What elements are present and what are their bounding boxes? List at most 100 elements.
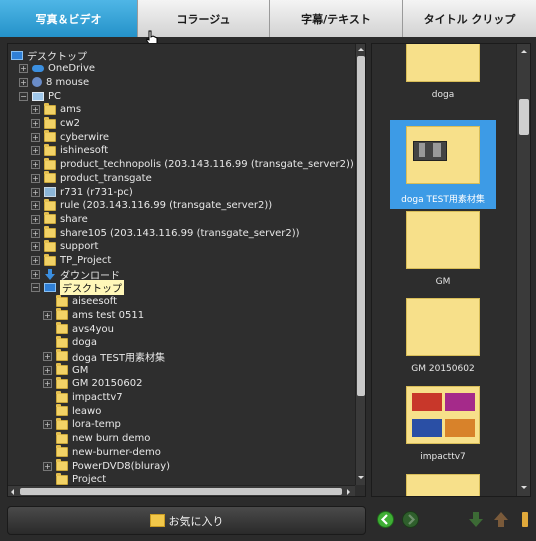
folder-tree: デスクトップ + OneDrive +8 mouse − PC + ams + cw2 + cyber… — [8, 44, 355, 485]
thumbnail-card[interactable]: GM — [390, 211, 496, 287]
folder-icon — [56, 445, 68, 458]
tree-vertical-scroll-thumb[interactable] — [357, 56, 365, 396]
forward-arrow-icon[interactable] — [402, 511, 419, 528]
expand-toggle-icon[interactable]: + — [31, 146, 40, 156]
expand-toggle-icon[interactable]: + — [43, 351, 52, 361]
thumbnail-card[interactable]: GM 20150602 — [390, 298, 496, 374]
expand-toggle-icon[interactable]: + — [43, 420, 52, 430]
tree-row[interactable]: + GM 20150602 — [43, 376, 142, 391]
thumbnail-scroll-up-arrow-icon[interactable] — [521, 47, 527, 53]
tree-row[interactable]: + ダウンロード — [31, 267, 120, 282]
thumbnail-caption: impacttv7 — [420, 452, 466, 462]
expand-toggle-icon[interactable]: + — [43, 310, 52, 320]
tree-row[interactable]: + product_transgate — [31, 171, 152, 185]
expand-toggle-icon[interactable]: + — [31, 160, 40, 170]
tree-row[interactable]: + ams test 0511 — [43, 308, 144, 322]
tree-item-label: OneDrive — [48, 63, 96, 75]
tab-subtitles-text[interactable]: 字幕/テキスト — [270, 0, 403, 37]
thumbnail-card[interactable]: doga — [390, 44, 496, 100]
expand-toggle-icon[interactable]: + — [43, 379, 52, 389]
tree-item-label: ams test 0511 — [72, 309, 145, 321]
scroll-up-arrow-icon[interactable] — [358, 45, 364, 51]
tree-item-label: ishinesoft — [60, 145, 109, 157]
expand-toggle-icon[interactable]: + — [19, 64, 28, 74]
favorites-button[interactable]: お気に入り — [7, 506, 366, 535]
tree-row[interactable]: + cyberwire — [31, 130, 109, 144]
tree-row[interactable]: + doga TEST用素材集 — [43, 349, 166, 364]
tree-item-label: new-burner-demo — [72, 446, 161, 458]
expand-toggle-icon[interactable]: + — [43, 365, 52, 375]
folder-tree-panel: デスクトップ + OneDrive +8 mouse − PC + ams + cw2 + cyber… — [7, 43, 366, 497]
tree-row[interactable]: doga — [43, 335, 97, 350]
back-arrow-icon[interactable] — [377, 511, 394, 528]
tree-row[interactable]: new burn demo — [43, 431, 150, 446]
thumbnail-vertical-scrollbar[interactable] — [516, 44, 530, 496]
tree-row[interactable]: + GM — [43, 363, 88, 377]
collapse-toggle-icon[interactable]: − — [31, 283, 40, 293]
tree-row[interactable]: + ams — [31, 102, 81, 117]
tree-row[interactable]: Project — [43, 472, 106, 485]
collapse-toggle-icon[interactable]: − — [19, 91, 28, 101]
scroll-left-arrow-icon[interactable] — [8, 489, 14, 495]
expand-toggle-icon[interactable]: + — [31, 119, 40, 128]
tab-title-clips[interactable]: タイトル クリップ — [403, 0, 536, 37]
tree-row[interactable]: + TP_Project — [31, 253, 111, 268]
thumbnail-scroll-thumb[interactable] — [519, 99, 529, 135]
expand-toggle-icon[interactable]: + — [19, 77, 28, 87]
expand-toggle-icon[interactable]: + — [43, 461, 52, 471]
tree-row[interactable]: + product_technopolis (203.143.116.99 (tr… — [31, 157, 354, 172]
folder-icon — [44, 130, 56, 143]
tree-row[interactable]: new-burner-demo — [43, 445, 161, 459]
tree-row[interactable]: + share — [31, 212, 88, 226]
move-up-arrow-icon[interactable] — [494, 512, 508, 527]
tree-row[interactable]: aiseesoft — [43, 294, 117, 309]
expand-toggle-icon[interactable]: + — [31, 173, 40, 183]
expand-toggle-icon[interactable]: + — [31, 242, 40, 252]
tree-row[interactable]: leawo — [43, 404, 101, 418]
folder-icon — [56, 390, 68, 403]
expand-toggle-icon[interactable]: + — [31, 256, 40, 265]
tree-vertical-scrollbar[interactable] — [355, 44, 365, 485]
move-down-arrow-icon[interactable] — [469, 512, 483, 527]
tree-horizontal-scrollbar[interactable] — [8, 485, 355, 496]
tree-row[interactable]: + PowerDVD8(bluray) — [43, 459, 170, 473]
expand-toggle-icon[interactable]: + — [31, 201, 40, 211]
tree-row[interactable]: + r731 (r731-pc) — [31, 185, 133, 199]
tree-row[interactable]: + ishinesoft — [31, 143, 109, 158]
tree-row[interactable]: avs4you — [43, 322, 114, 336]
thumbnail-card[interactable]: doga TEST用素材集 — [390, 120, 496, 209]
tree-row[interactable]: + rule (203.143.116.99 (transgate_server2… — [31, 198, 272, 213]
folder-icon — [56, 459, 68, 471]
expand-toggle-icon[interactable]: + — [31, 187, 40, 197]
tree-row[interactable]: + share105 (203.143.116.99 (transgate_ser… — [31, 226, 300, 240]
thumbnail-card[interactable] — [390, 474, 496, 496]
expand-toggle-icon[interactable]: + — [31, 228, 40, 238]
folder-icon — [56, 376, 68, 389]
tree-row[interactable]: impacttv7 — [43, 390, 123, 405]
scroll-right-arrow-icon[interactable] — [347, 489, 353, 495]
tree-item-label: doga — [72, 337, 97, 349]
scroll-down-arrow-icon[interactable] — [358, 476, 364, 482]
folder-thumbnail-icon — [406, 44, 480, 82]
tree-row[interactable]: + cw2 — [31, 116, 80, 131]
tree-row[interactable]: − PC — [19, 89, 61, 103]
expand-toggle-icon[interactable]: + — [31, 132, 40, 142]
tree-row[interactable]: +8 mouse — [19, 75, 89, 89]
tree-row[interactable]: デスクトップ — [11, 48, 87, 63]
panel-resize-handle[interactable] — [522, 512, 528, 527]
tree-row[interactable]: + support — [31, 239, 98, 254]
tree-row[interactable]: + lora-temp — [43, 417, 121, 432]
tree-row[interactable]: − デスクトップ — [31, 280, 124, 296]
tree-horizontal-scroll-thumb[interactable] — [20, 488, 342, 495]
tree-item-label: doga TEST用素材集 — [72, 352, 166, 364]
expand-toggle-icon[interactable]: + — [31, 269, 40, 279]
tab-photos-videos[interactable]: 写真＆ビデオ — [0, 0, 138, 37]
expand-toggle-icon[interactable]: + — [31, 105, 40, 115]
network-drive-icon — [44, 187, 56, 197]
expand-toggle-icon[interactable]: + — [31, 214, 40, 224]
thumbnail-scroll-down-arrow-icon[interactable] — [521, 486, 527, 492]
thumbnail-card[interactable]: impacttv7 — [390, 386, 496, 462]
tree-row[interactable]: + OneDrive — [19, 62, 95, 76]
